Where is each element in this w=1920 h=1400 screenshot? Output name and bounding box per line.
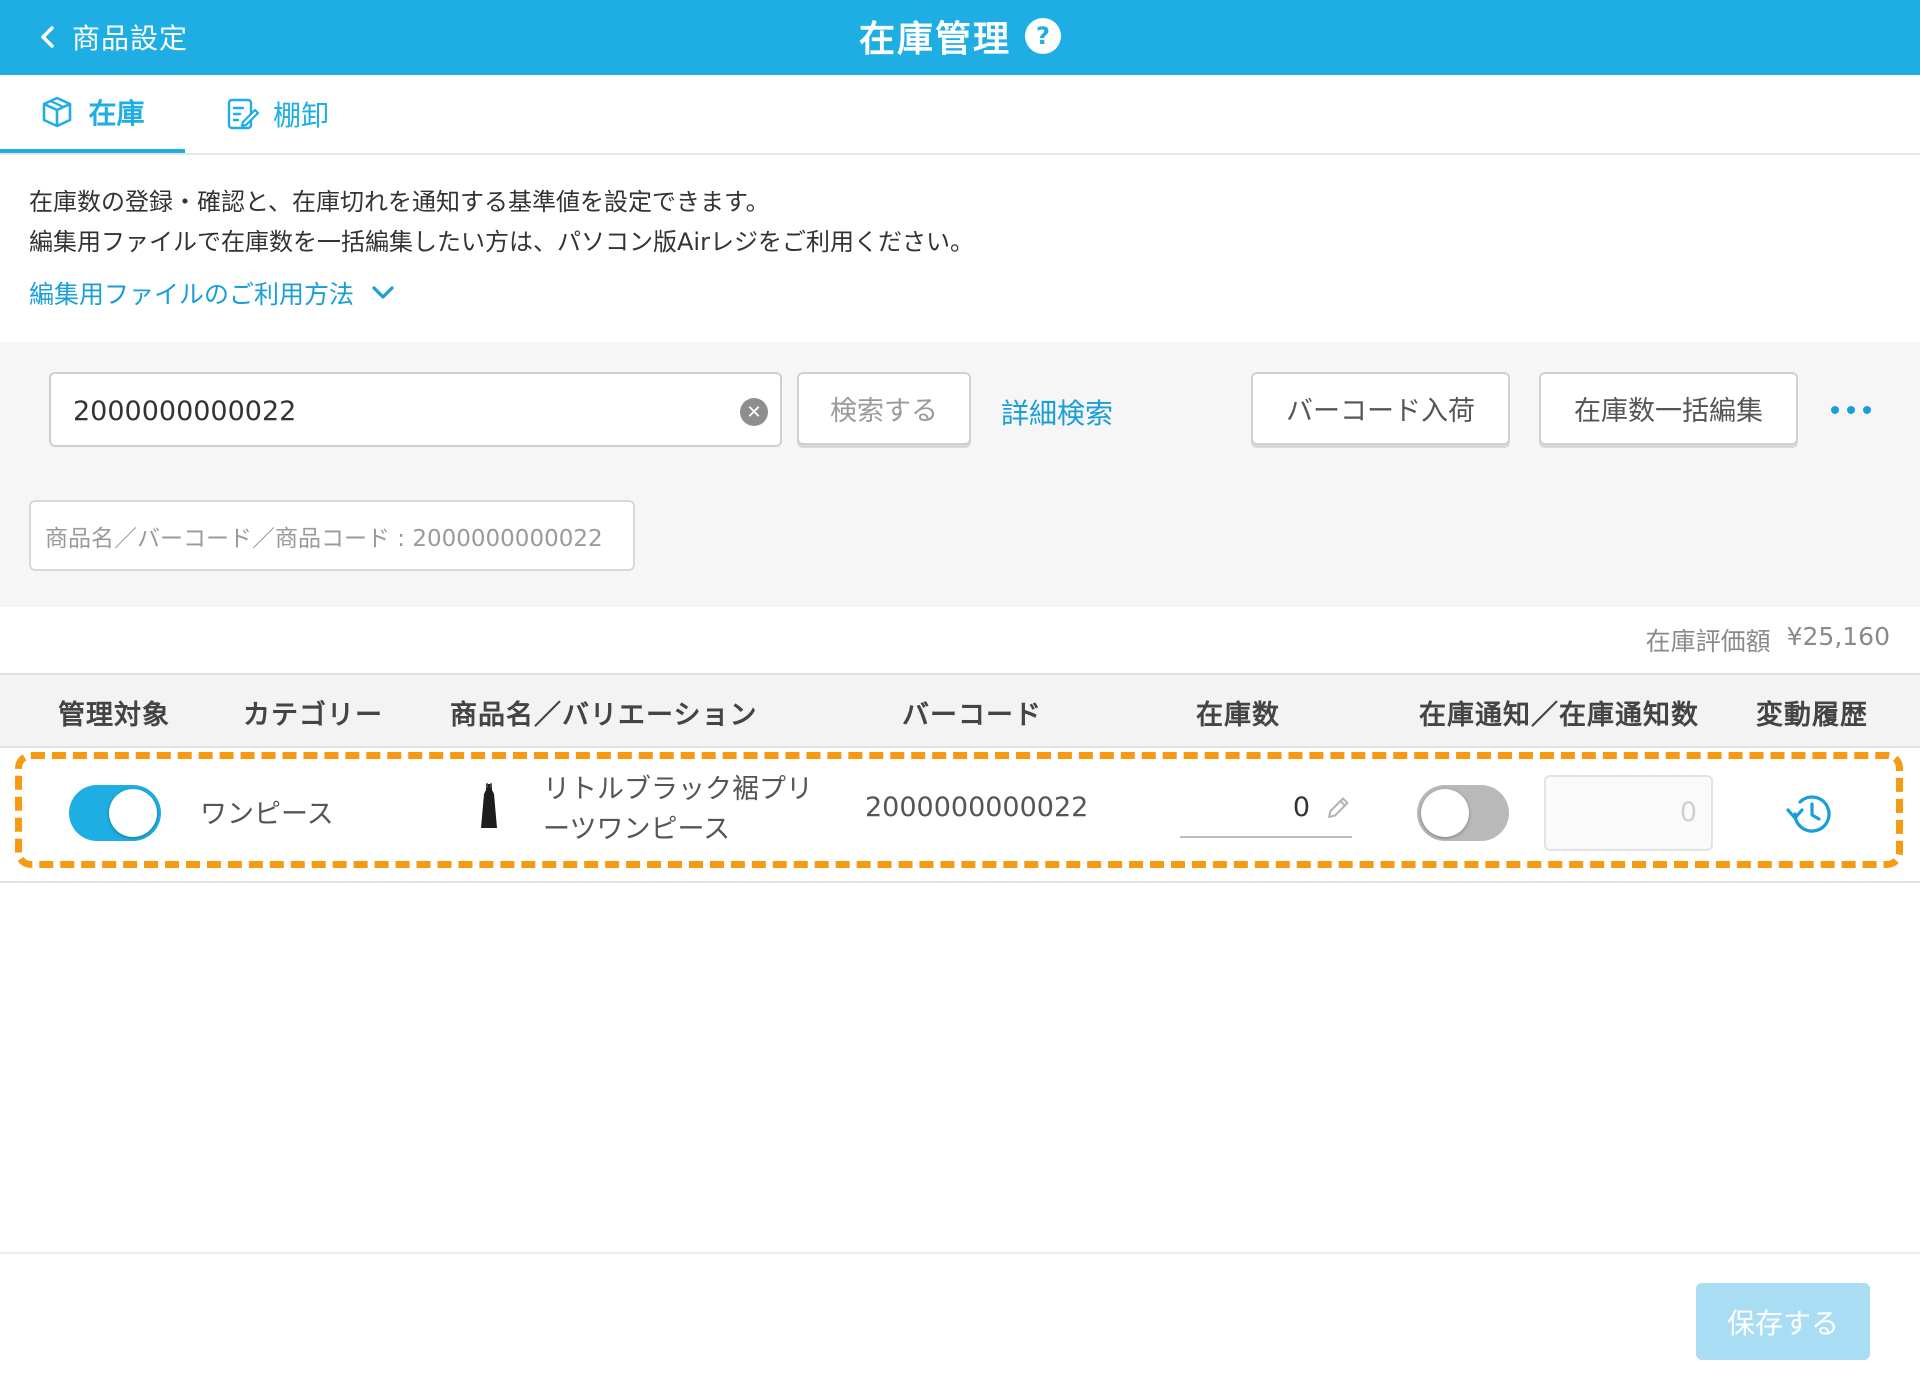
file-usage-help-label: 編集用ファイルのご利用方法: [29, 280, 355, 309]
search-input[interactable]: [71, 392, 715, 430]
toggle-knob: [109, 789, 157, 837]
notify-threshold-value: 0: [1679, 797, 1697, 828]
description-line-2: 編集用ファイルで在庫数を一括編集したい方は、パソコン版Airレジをご利用ください…: [29, 228, 974, 256]
description-line-1: 在庫数の登録・確認と、在庫切れを通知する基準値を設定できます。: [29, 188, 770, 216]
tab-inventory-count[interactable]: 棚卸: [225, 75, 345, 153]
inventory-valuation: 在庫評価額 ¥25,160: [1646, 622, 1890, 658]
valuation-label: 在庫評価額: [1645, 627, 1771, 656]
clear-icon[interactable]: ✕: [740, 398, 768, 426]
app-header: 商品設定 在庫管理 ?: [0, 0, 1920, 75]
advanced-search-link[interactable]: 詳細検索: [1001, 392, 1113, 432]
column-header-managed: 管理対象: [58, 700, 170, 731]
footer-divider: [0, 1252, 1920, 1254]
column-header-barcode: バーコード: [902, 700, 1042, 731]
page-title-group: 在庫管理 ?: [0, 10, 1920, 62]
stock-notify-toggle[interactable]: [1417, 785, 1509, 841]
column-header-stock: 在庫数: [1196, 700, 1280, 731]
description: 在庫数の登録・確認と、在庫切れを通知する基準値を設定できます。 編集用ファイルで…: [29, 182, 974, 262]
stock-quantity-field[interactable]: 0: [1180, 790, 1352, 838]
column-header-notify: 在庫通知／在庫通知数: [1419, 700, 1699, 731]
table-header: 管理対象 カテゴリー 商品名／バリエーション バーコード 在庫数 在庫通知／在庫…: [0, 673, 1920, 748]
search-button[interactable]: 検索する: [797, 372, 971, 445]
product-name-line-2: ーツワンピース: [543, 814, 731, 845]
valuation-amount: ¥25,160: [1786, 622, 1890, 651]
page-title: 在庫管理: [858, 19, 1011, 60]
column-header-category: カテゴリー: [243, 700, 383, 731]
chevron-down-icon: [372, 286, 394, 299]
box-icon: [43, 96, 72, 128]
file-usage-help-link[interactable]: 編集用ファイルのご利用方法: [29, 275, 394, 311]
save-button[interactable]: 保存する: [1696, 1283, 1870, 1360]
tab-stock-label: 在庫: [88, 97, 145, 130]
bulk-edit-button[interactable]: 在庫数一括編集: [1539, 372, 1798, 445]
toggle-knob: [1421, 789, 1469, 837]
search-box: ✕: [49, 372, 782, 447]
stock-quantity-value: 0: [1292, 792, 1310, 823]
history-icon[interactable]: [1783, 786, 1839, 842]
notify-threshold-input[interactable]: 0: [1544, 775, 1713, 851]
tab-inventory-count-label: 棚卸: [273, 99, 330, 132]
clipboard-edit-icon: [227, 98, 259, 130]
help-icon[interactable]: ?: [1025, 18, 1061, 54]
row-product-name: リトルブラック裾プリ ーツワンピース: [543, 770, 833, 850]
tab-stock[interactable]: 在庫: [0, 75, 185, 153]
managed-toggle[interactable]: [69, 785, 161, 841]
pencil-icon: [1328, 797, 1349, 818]
product-thumbnail: [481, 783, 497, 828]
row-barcode: 2000000000022: [865, 792, 1089, 823]
row-category: ワンピース: [200, 799, 334, 830]
barcode-receive-button[interactable]: バーコード入荷: [1251, 372, 1510, 445]
column-header-product: 商品名／バリエーション: [450, 700, 758, 731]
product-name-line-1: リトルブラック裾プリ: [543, 774, 813, 805]
tab-bar: 在庫 棚卸: [0, 75, 1920, 155]
more-options-icon[interactable]: [1829, 395, 1873, 425]
column-header-history: 変動履歴: [1756, 700, 1868, 731]
active-filter-chip: 商品名／バーコード／商品コード : 2000000000022: [29, 500, 635, 571]
